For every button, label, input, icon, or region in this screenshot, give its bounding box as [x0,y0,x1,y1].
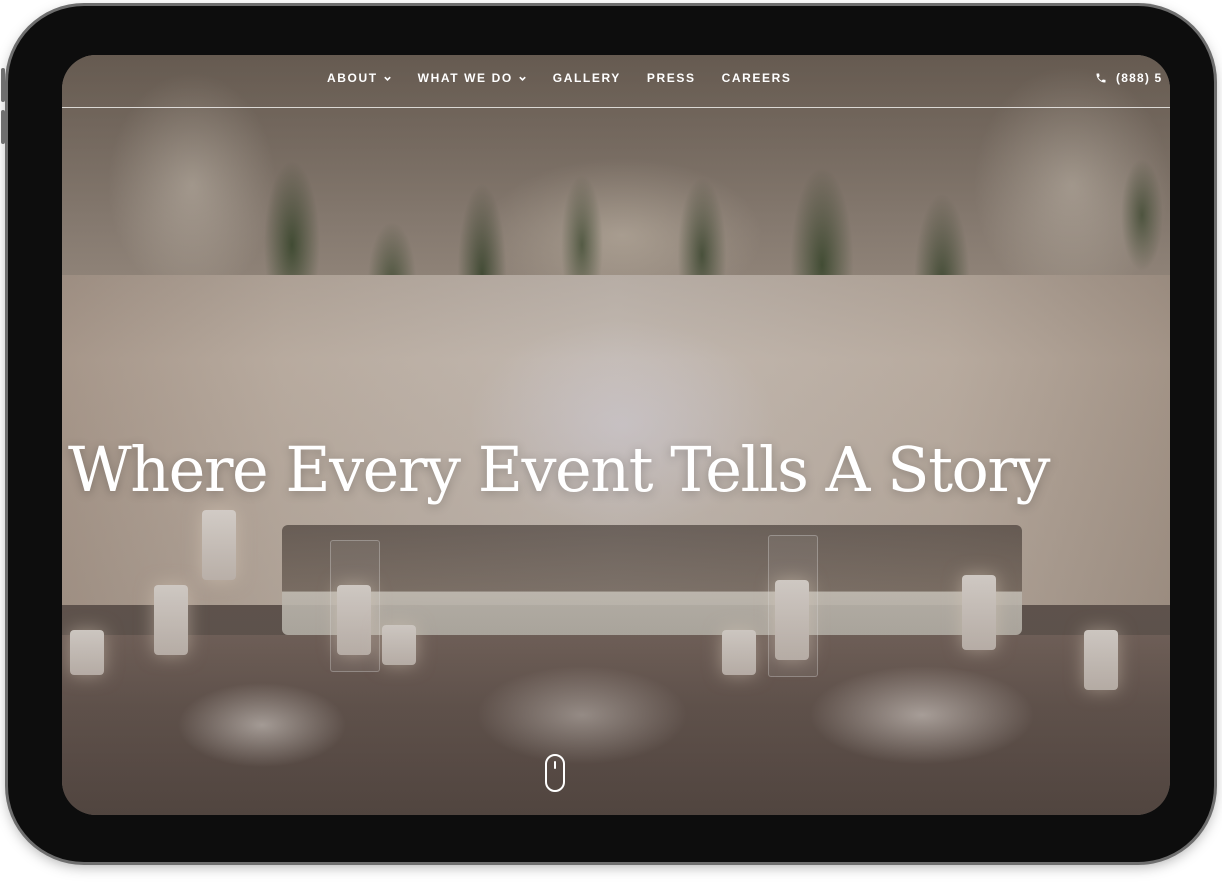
nav-item-label: ABOUT [327,71,378,85]
nav-item-gallery[interactable]: GALLERY [553,71,621,85]
browser-viewport: ABOUT WHAT WE DO GALLERY PRESS CAREERS (… [62,55,1170,815]
volume-button [1,110,5,144]
phone-number: (888) 5 [1116,71,1163,85]
hero-headline: Where Every Event Tells A Story [68,433,1051,506]
mouse-scroll-icon[interactable] [544,753,566,793]
nav-item-about[interactable]: ABOUT [327,71,392,85]
volume-button [1,68,5,102]
nav-item-label: CAREERS [721,71,792,85]
chevron-down-icon [383,76,391,81]
phone-link[interactable]: (888) 5 [1095,71,1162,85]
nav-item-what-we-do[interactable]: WHAT WE DO [418,71,527,85]
nav-item-press[interactable]: PRESS [647,71,696,85]
main-navigation: ABOUT WHAT WE DO GALLERY PRESS CAREERS (… [62,55,1170,108]
nav-item-careers[interactable]: CAREERS [722,71,792,85]
nav-item-label: WHAT WE DO [417,71,513,85]
nav-item-label: PRESS [646,71,696,85]
nav-menu: ABOUT WHAT WE DO GALLERY PRESS CAREERS [327,71,817,85]
nav-item-label: GALLERY [552,71,621,85]
chevron-down-icon [519,76,526,81]
phone-icon [1096,73,1106,83]
